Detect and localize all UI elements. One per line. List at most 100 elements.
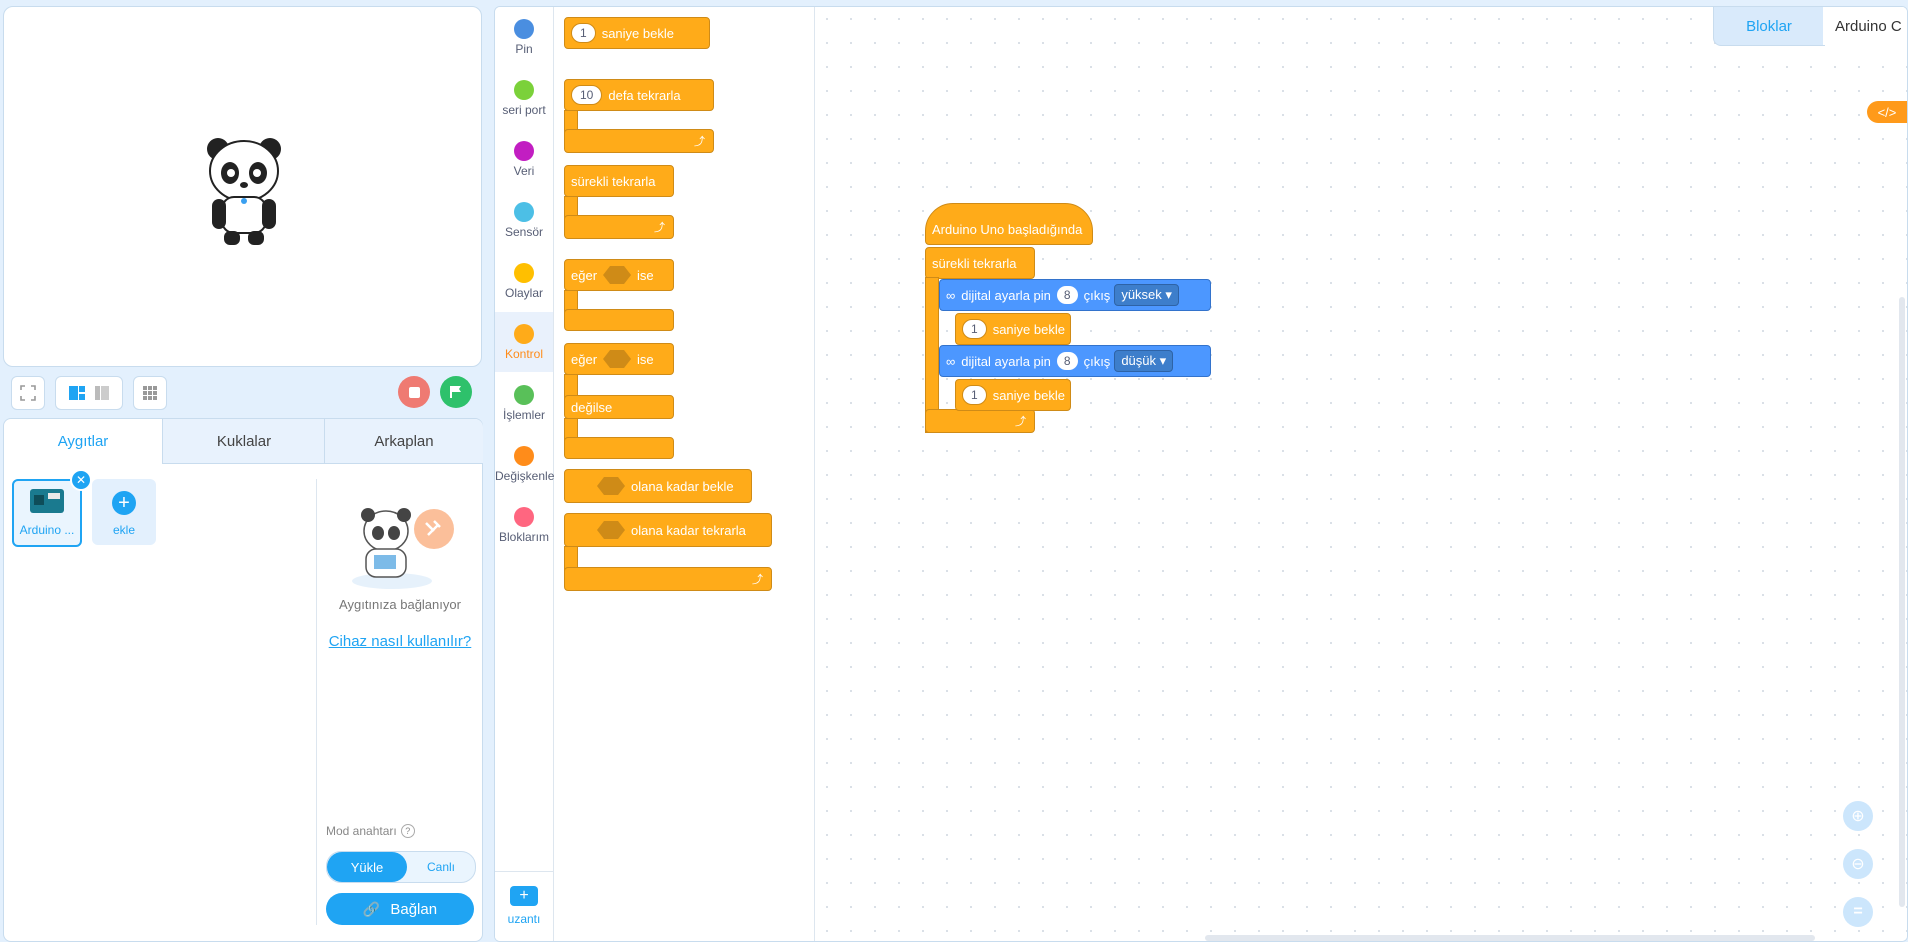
level-dropdown[interactable]: düşük ▾	[1114, 350, 1174, 372]
category-5[interactable]: Kontrol	[495, 312, 553, 372]
category-7[interactable]: Değişkenle	[495, 434, 554, 494]
wait-block[interactable]: 1 saniye bekle	[955, 379, 1071, 411]
zoom-reset-icon: =	[1853, 903, 1863, 920]
palette-repeat-until-block[interactable]: olana kadar tekrarla	[564, 513, 772, 547]
mode-upload-option[interactable]: Yükle	[327, 852, 407, 882]
if-else-footer	[564, 437, 674, 459]
vertical-scrollbar[interactable]	[1899, 297, 1905, 907]
remove-device-button[interactable]: ✕	[70, 469, 92, 491]
zoom-out-button[interactable]: ⊖	[1843, 849, 1873, 879]
panda-sprite[interactable]	[204, 135, 284, 247]
grid-view-button[interactable]	[133, 376, 167, 410]
code-editor: Pin seri port Veri Sensör Olaylar Kontrol İşle…	[494, 6, 1908, 942]
layout-toggle[interactable]	[55, 376, 123, 410]
connect-button[interactable]: 🔗 Bağlan	[326, 893, 474, 925]
pin-input[interactable]: 8	[1056, 352, 1078, 370]
condition-slot[interactable]	[603, 350, 632, 368]
category-8[interactable]: Bloklarım	[495, 495, 553, 555]
forever-footer: ⤴	[925, 409, 1035, 433]
category-1[interactable]: seri port	[495, 68, 553, 128]
link-icon: ∞	[946, 287, 956, 303]
code-view-toggle[interactable]: </>	[1867, 101, 1907, 123]
category-dot-icon	[514, 385, 534, 405]
extension-label: uzantı	[507, 912, 541, 926]
add-label: ekle	[112, 523, 135, 537]
condition-slot[interactable]	[603, 266, 632, 284]
script-workspace[interactable]: Bloklar Arduino C </> Arduino Uno başlad…	[815, 7, 1907, 941]
loop-arrow-icon: ⤴	[1015, 416, 1026, 428]
loop-arrow-icon: ⤴	[694, 136, 705, 148]
when-arduino-starts-hat[interactable]: Arduino Uno başladığında	[925, 203, 1093, 245]
category-0[interactable]: Pin	[495, 7, 553, 67]
wait-input[interactable]: 1	[962, 319, 987, 339]
block-palette[interactable]: 1 saniye bekle 10 defa tekrarla ⤴ sürekl…	[554, 7, 815, 941]
close-icon: ✕	[75, 473, 87, 487]
category-label: Veri	[513, 164, 535, 178]
horizontal-scrollbar[interactable]	[1205, 935, 1815, 941]
category-2[interactable]: Veri	[495, 129, 553, 189]
else-label: değilse	[571, 399, 613, 415]
repeat-input[interactable]: 10	[571, 85, 603, 105]
tab-devices[interactable]: Aygıtlar	[4, 419, 162, 463]
zoom-in-button[interactable]: ⊕	[1843, 801, 1873, 831]
add-device-button[interactable]: + ekle	[92, 479, 156, 545]
category-dot-icon	[514, 507, 534, 527]
repeat-footer: ⤴	[564, 129, 714, 153]
category-3[interactable]: Sensör	[495, 190, 553, 250]
go-button[interactable]	[440, 376, 472, 408]
set-digital-pin-high-block[interactable]: ∞ dijital ayarla pin 8 çıkış yüksek ▾	[939, 279, 1211, 311]
palette-wait-block[interactable]: 1 saniye bekle	[564, 17, 710, 49]
layout-large-stage-icon[interactable]	[68, 385, 86, 401]
wait-input[interactable]: 1	[962, 385, 987, 405]
connecting-illustration	[352, 508, 454, 589]
tab-sprites[interactable]: Kuklalar	[162, 419, 325, 464]
wait-input[interactable]: 1	[571, 23, 596, 43]
mode-switch[interactable]: Yükle Canlı	[326, 851, 476, 883]
forever-label: sürekli tekrarla	[571, 173, 656, 189]
add-extension-icon: +	[510, 886, 538, 906]
loop-arrow-icon: ⤴	[654, 222, 665, 234]
connecting-text: Aygıtınıza bağlanıyor	[339, 597, 461, 612]
device-panel: Aygıtlar Kuklalar Arkaplan Arduino ... ✕…	[3, 418, 483, 942]
category-label: Kontrol	[504, 347, 544, 361]
extension-button[interactable]: + uzantı	[495, 871, 553, 941]
layout-small-stage-icon[interactable]	[94, 385, 110, 401]
help-icon[interactable]: ?	[400, 824, 415, 838]
hat-label: Arduino Uno başladığında	[932, 221, 1083, 237]
tab-arduino-c[interactable]: Arduino C	[1823, 7, 1907, 45]
palette-forever-block[interactable]: sürekli tekrarla	[564, 165, 674, 197]
zoom-out-icon: ⊖	[1851, 856, 1865, 873]
mode-label-text: Mod anahtarı	[326, 824, 397, 838]
wait-label: saniye bekle	[601, 25, 674, 41]
level-dropdown[interactable]: yüksek ▾	[1114, 284, 1179, 306]
tab-backdrops[interactable]: Arkaplan	[324, 419, 483, 464]
palette-if-else-block[interactable]: eğer ise	[564, 343, 674, 375]
palette-wait-until-block[interactable]: olana kadar bekle	[564, 469, 752, 503]
help-link[interactable]: Cihaz nasıl kullanılır?	[320, 633, 480, 650]
mode-live-option[interactable]: Canlı	[407, 852, 475, 882]
device-arduino-card[interactable]: Arduino ...	[12, 479, 82, 547]
category-bar: Pin seri port Veri Sensör Olaylar Kontrol İşle…	[495, 7, 554, 941]
output-label: çıkış	[1083, 287, 1111, 303]
fullscreen-button[interactable]	[11, 376, 45, 410]
tab-blocks[interactable]: Bloklar	[1713, 7, 1825, 46]
palette-repeat-block[interactable]: 10 defa tekrarla	[564, 79, 714, 111]
pin-input[interactable]: 8	[1056, 286, 1078, 304]
palette-if-block[interactable]: eğer ise	[564, 259, 674, 291]
wait-block[interactable]: 1 saniye bekle	[955, 313, 1071, 345]
plus-icon: +	[112, 491, 136, 515]
stage[interactable]	[3, 6, 482, 367]
set-digital-pin-low-block[interactable]: ∞ dijital ayarla pin 8 çıkış düşük ▾	[939, 345, 1211, 377]
loop-arrow-icon: ⤴	[752, 574, 763, 586]
stop-button[interactable]	[398, 376, 430, 408]
if-label: eğer	[571, 351, 598, 367]
condition-slot[interactable]	[597, 477, 625, 495]
category-label: seri port	[502, 103, 546, 117]
category-dot-icon	[514, 19, 534, 39]
category-4[interactable]: Olaylar	[495, 251, 553, 311]
zoom-reset-button[interactable]: =	[1843, 897, 1873, 927]
category-6[interactable]: İşlemler	[495, 373, 553, 433]
zoom-in-icon: ⊕	[1851, 808, 1865, 825]
condition-slot[interactable]	[597, 521, 625, 539]
forever-block[interactable]: sürekli tekrarla	[925, 247, 1035, 279]
